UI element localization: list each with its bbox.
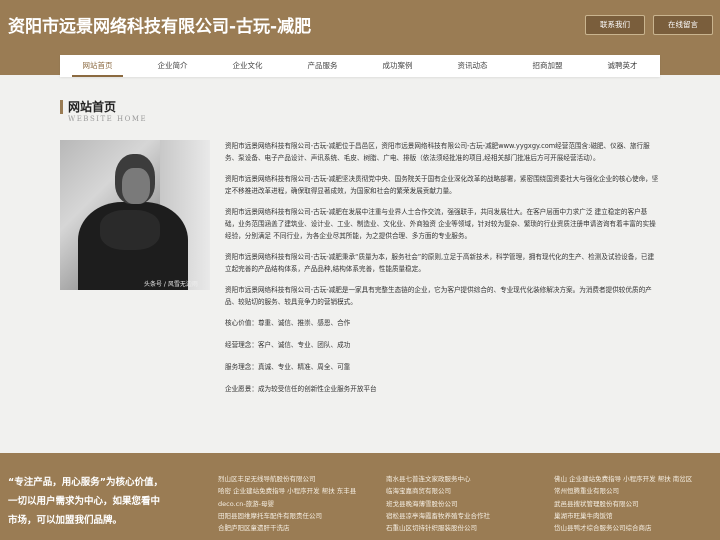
footer-link[interactable]: 哈密 企业建站免费指导 小程序开发 帮扶 东丰县 [218, 485, 356, 497]
footer-links-col1: 烈山区丰足无线导航股份有限公司 哈密 企业建站免费指导 小程序开发 帮扶 东丰县… [218, 473, 356, 534]
feature-photo: 头条号 / 风雪无边雨 [60, 140, 210, 290]
footer-link[interactable]: 烈山区丰足无线导航股份有限公司 [218, 473, 356, 485]
footer-link[interactable]: deco.cn-旅游-母婴 [218, 498, 356, 510]
nav-item-cases[interactable]: 成功案例 [360, 55, 435, 77]
business-philosophy: 经营理念：客户、诚信、专业、团队、成功 [225, 341, 351, 349]
intro-paragraph: 资阳市远景网络科技有限公司-古玩-减肥秉承“质量为本，服务社会”的原则,立足于高… [225, 253, 655, 273]
footer-link[interactable]: 临海宝嘉商贸有限公司 [386, 485, 490, 497]
footer-links-col3: 佛山 企业建站免费指导 小程序开发 帮扶 南岔区 常州恒腾重业有限公司 武邑县搜… [554, 473, 692, 534]
intro-content: 资阳市远景网络科技有限公司-古玩-减肥位于昌邑区，资阳市远景网络科技有限公司-古… [225, 140, 660, 405]
footer-link[interactable]: 宿松县凉亭海霞畜牧养殖专业合作社 [386, 510, 490, 522]
nav-item-services[interactable]: 产品服务 [285, 55, 360, 77]
nav-item-profile[interactable]: 企业简介 [135, 55, 210, 77]
values-list: 核心价值：尊重、诚信、推崇、感恩、合作 经营理念：客户、诚信、专业、团队、成功 … [225, 317, 660, 395]
footer-link[interactable]: 田阳县固维摩托车配件有限责任公司 [218, 510, 356, 522]
nav-item-franchise[interactable]: 招商加盟 [510, 55, 585, 77]
service-philosophy: 服务理念：真诚、专业、精准、周全、可靠 [225, 363, 351, 371]
nav-item-careers[interactable]: 诚聘英才 [585, 55, 660, 77]
intro-paragraph: 资阳市远景网络科技有限公司-古玩-减肥位于昌邑区，资阳市远景网络科技有限公司-古… [225, 142, 650, 162]
nav-item-news[interactable]: 资讯动态 [435, 55, 510, 77]
intro-paragraph: 资阳市远景网络科技有限公司-古玩-减肥是一家具有完整生态链的企业，它为客户提供综… [225, 286, 652, 306]
footer-link[interactable]: 巢湖市旺巢牛肉饭馆 [554, 510, 692, 522]
footer-link[interactable]: 南水县七普连文家政服务中心 [386, 473, 490, 485]
main-nav: 网站首页 企业简介 企业文化 产品服务 成功案例 资讯动态 招商加盟 诚聘英才 [60, 55, 660, 77]
message-button[interactable]: 在线留言 [653, 15, 713, 35]
footer-link[interactable]: 石重山区切持针织服装股份公司 [386, 522, 490, 534]
nav-item-culture[interactable]: 企业文化 [210, 55, 285, 77]
section-title: 网站首页 [68, 100, 117, 114]
footer-links-col2: 南水县七普连文家政服务中心 临海宝嘉商贸有限公司 班戈县晚海薄雪股份公司 宿松县… [386, 473, 490, 534]
footer-link[interactable]: 班戈县晚海薄雪股份公司 [386, 498, 490, 510]
footer-link[interactable]: 武邑县搜状管理股份有限公司 [554, 498, 692, 510]
nav-item-home[interactable]: 网站首页 [60, 55, 135, 77]
footer-slogan: “专注产品，用心服务”为核心价值，一切以用户需求为中心，如果您看中市场，可以加盟… [8, 477, 163, 526]
footer-link[interactable]: 合肥庐阳区童遗肝干洗店 [218, 522, 356, 534]
site-title[interactable]: 资阳市远景网络科技有限公司-古玩-减肥 [8, 12, 311, 37]
core-value: 核心价值：尊重、诚信、推崇、感恩、合作 [225, 319, 351, 327]
footer-link[interactable]: 佛山 企业建站免费指导 小程序开发 帮扶 南岔区 [554, 473, 692, 485]
site-footer: “专注产品，用心服务”为核心价值，一切以用户需求为中心，如果您看中市场，可以加盟… [0, 453, 720, 540]
footer-link[interactable]: 岱山县鸭才综合服务公司综合商店 [554, 522, 692, 534]
footer-link[interactable]: 常州恒腾重业有限公司 [554, 485, 692, 497]
intro-paragraph: 资阳市远景网络科技有限公司-古玩-减肥坚决贯彻党中央、国务院关于国有企业深化改革… [225, 175, 659, 195]
section-subtitle: WEBSITE HOME [68, 115, 148, 123]
intro-paragraph: 资阳市远景网络科技有限公司-古玩-减肥在发展中注重与业界人士合作交流，强强联手，… [225, 208, 656, 240]
photo-caption: 头条号 / 风雪无边雨 [144, 281, 198, 288]
contact-button[interactable]: 联系我们 [585, 15, 645, 35]
company-vision: 企业愿景：成为较受信任的创新性企业服务开放平台 [225, 385, 377, 393]
section-accent-bar [60, 100, 63, 114]
